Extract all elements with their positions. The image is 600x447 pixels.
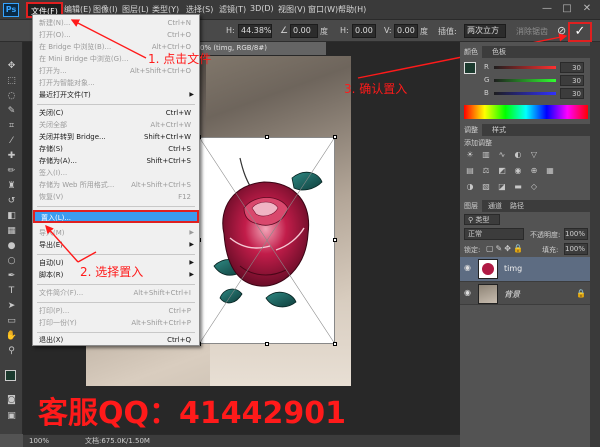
annotation-step1: 1. 点击文件: [148, 52, 212, 66]
fill-input[interactable]: 100%: [564, 243, 588, 255]
rose-thumbnail-icon: [482, 263, 494, 275]
lock-options-icon[interactable]: ▢✎✥🔒: [486, 244, 525, 253]
tab-layers[interactable]: 图层: [460, 200, 482, 212]
color-panel-tabs: 颜色 色板: [460, 46, 600, 58]
layer-name-background: 背景: [504, 290, 520, 299]
panel-dock-strip: [590, 42, 600, 447]
layer-thumbnail-timg: [478, 259, 498, 279]
lock-icon: 🔒: [576, 289, 586, 298]
black-white-icon[interactable]: ◩: [496, 166, 508, 176]
opacity-input[interactable]: 100%: [564, 228, 588, 240]
blend-mode-select[interactable]: 正常: [464, 228, 524, 240]
layer-row-background[interactable]: ◉ 背景 🔒: [460, 281, 600, 305]
customer-service-qq-banner: 客服QQ：41442901: [38, 396, 346, 431]
fill-label: 填充:: [542, 246, 559, 254]
levels-adjustment-icon[interactable]: ▥: [480, 150, 492, 160]
lock-label: 锁定:: [464, 246, 481, 254]
photoshop-window: Ps 文件(F) 编辑(E) 图像(I) 图层(L) 类型(Y) 选择(S) 滤…: [0, 0, 600, 447]
threshold-icon[interactable]: ◪: [496, 182, 508, 192]
gradient-map-icon[interactable]: ▬: [512, 182, 524, 192]
red-value[interactable]: 30: [560, 62, 584, 73]
tab-color[interactable]: 颜色: [460, 46, 482, 58]
brightness-adjustment-icon[interactable]: ☀: [464, 150, 476, 160]
annotation-step3: 3. 确认置入: [344, 82, 408, 96]
opacity-label: 不透明度:: [530, 231, 561, 239]
posterize-icon[interactable]: ▧: [480, 182, 492, 192]
zoom-level[interactable]: 100%: [29, 435, 49, 447]
add-adjustment-label: 添加调整: [464, 139, 492, 147]
tab-adjustments[interactable]: 调整: [460, 124, 482, 136]
color-spectrum-bar[interactable]: [464, 105, 588, 119]
channel-mixer-icon[interactable]: ⊕: [528, 166, 540, 176]
layer-name-timg: timg: [504, 264, 523, 273]
exposure-adjustment-icon[interactable]: ◐: [512, 150, 524, 160]
color-balance-icon[interactable]: ⚖: [480, 166, 492, 176]
red-slider[interactable]: [494, 66, 556, 69]
tab-paths[interactable]: 路径: [506, 200, 528, 212]
hue-adjustment-icon[interactable]: ▤: [464, 166, 476, 176]
right-panels: 颜色 色板 R 30 G 30 B 30 调整 样式 添加调整 ☀ ▥ ∿ ◐ …: [460, 42, 600, 447]
curves-adjustment-icon[interactable]: ∿: [496, 150, 508, 160]
blue-channel-label: B: [484, 89, 489, 97]
blue-value[interactable]: 30: [560, 88, 584, 99]
document-size-info: 文档:675.0K/1.50M: [85, 437, 150, 445]
tab-styles[interactable]: 样式: [488, 124, 510, 136]
layer-kind-label: 类型: [475, 216, 490, 224]
eye-visibility-icon[interactable]: ◉: [464, 288, 471, 297]
green-channel-label: G: [484, 76, 490, 84]
red-channel-label: R: [484, 63, 489, 71]
tab-channels[interactable]: 通道: [484, 200, 506, 212]
tab-swatches[interactable]: 色板: [488, 46, 510, 58]
adjustments-panel-tabs: 调整 样式: [460, 124, 600, 136]
layer-thumbnail-background: [478, 284, 498, 304]
search-icon: ⚲: [468, 216, 474, 224]
selective-color-icon[interactable]: ◇: [528, 182, 540, 192]
blue-slider[interactable]: [494, 92, 556, 95]
photo-filter-icon[interactable]: ◉: [512, 166, 524, 176]
status-bar: 100% 文档:675.0K/1.50M: [23, 434, 460, 447]
green-slider[interactable]: [494, 79, 556, 82]
layers-panel-tabs: 图层 通道 路径: [460, 200, 600, 212]
invert-icon[interactable]: ◑: [464, 182, 476, 192]
layer-row-timg[interactable]: ◉ timg: [460, 257, 600, 281]
annotation-step2: 2. 选择置入: [80, 265, 144, 279]
color-lookup-icon[interactable]: ▦: [544, 166, 556, 176]
green-value[interactable]: 30: [560, 75, 584, 86]
layer-kind-filter[interactable]: ⚲ 类型: [464, 214, 500, 225]
eye-visibility-icon[interactable]: ◉: [464, 263, 471, 272]
vibrance-adjustment-icon[interactable]: ▽: [528, 150, 540, 160]
panel-foreground-swatch[interactable]: [464, 62, 476, 74]
